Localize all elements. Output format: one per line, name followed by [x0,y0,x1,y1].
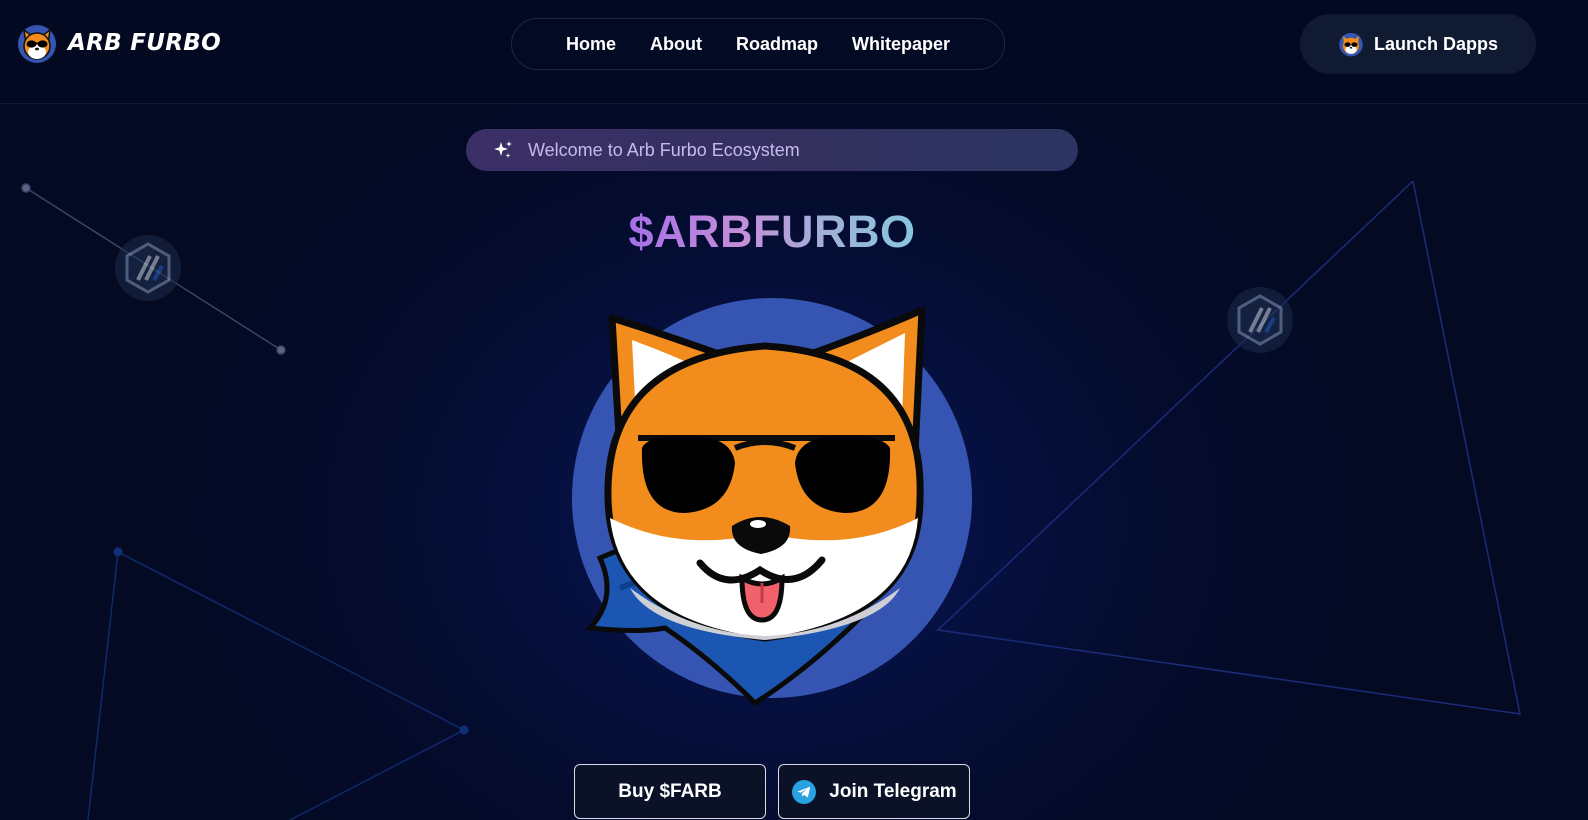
nav-about[interactable]: About [650,34,702,55]
arbitrum-icon [1227,287,1293,353]
launch-dapps-button[interactable]: Launch Dapps [1300,14,1536,74]
join-telegram-button[interactable]: Join Telegram [778,764,970,819]
page: ARB FURBO Home About Roadmap Whitepaper … [0,0,1588,820]
join-telegram-label: Join Telegram [829,780,957,802]
buy-farb-label: Buy $FARB [618,780,722,802]
nav-home[interactable]: Home [566,34,616,55]
sparkles-icon [494,141,512,158]
network-triangle-bottom-left [87,547,469,820]
nav-whitepaper[interactable]: Whitepaper [852,34,950,55]
token-ticker-text: $ARBFURBO [628,206,916,257]
brand-name: ARB FURBO [68,30,221,56]
buy-farb-button[interactable]: Buy $FARB [574,764,766,819]
shiba-sunglasses-icon [18,25,56,63]
token-ticker: $ARBFURBO [0,206,1544,258]
telegram-icon [792,779,817,804]
main-nav: Home About Roadmap Whitepaper [511,18,1005,70]
brand-logo[interactable]: ARB FURBO [16,22,221,64]
welcome-banner: Welcome to Arb Furbo Ecosystem [466,129,1078,171]
network-triangle-right [936,180,1521,715]
shiba-sunglasses-icon [1339,32,1363,57]
nav-roadmap[interactable]: Roadmap [736,34,818,55]
welcome-text: Welcome to Arb Furbo Ecosystem [528,139,800,160]
mascot-image [572,298,972,707]
launch-dapps-label: Launch Dapps [1373,33,1498,54]
site-header: ARB FURBO Home About Roadmap Whitepaper … [0,0,1588,104]
